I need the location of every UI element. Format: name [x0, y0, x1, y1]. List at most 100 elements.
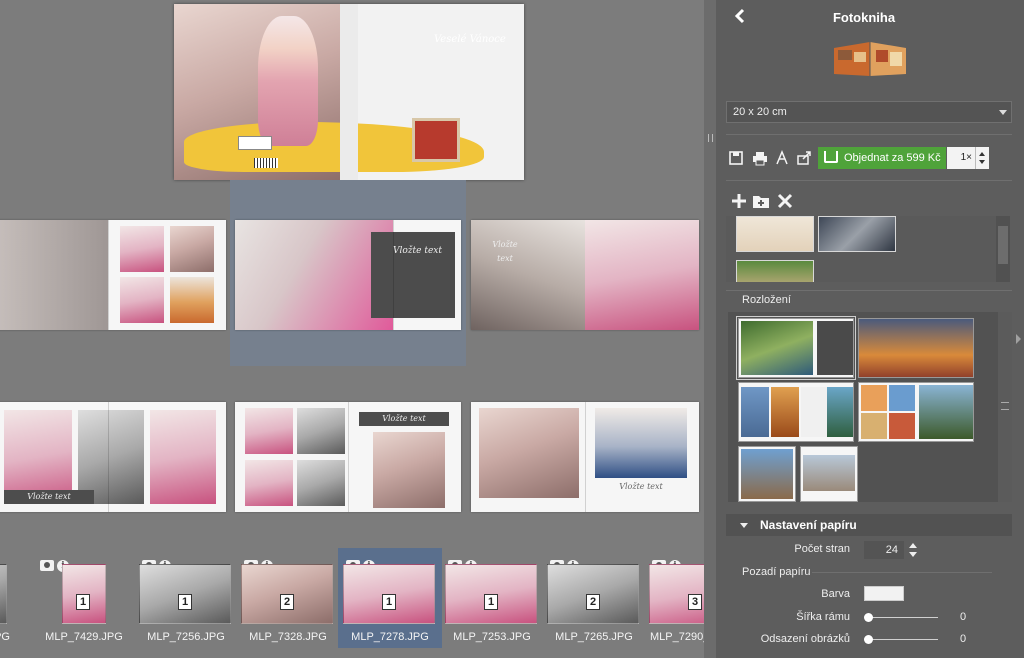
usage-count-badge: 1	[382, 594, 396, 610]
add-folder-icon[interactable]	[752, 192, 770, 210]
layout-option[interactable]	[738, 446, 796, 502]
order-button[interactable]: Objednat za 599 Kč	[818, 147, 946, 169]
paper-settings-section-toggle[interactable]: Nastavení papíru	[726, 514, 1012, 536]
cover-spine	[340, 4, 358, 180]
chevron-right-icon[interactable]	[1014, 320, 1024, 360]
filmstrip-filename: MLP_7429.JPG	[45, 631, 123, 643]
cover-barcode	[254, 158, 278, 168]
photo-filmstrip: JPG i 1 MLP_7429.JPG i 1 MLP_7256.JPG i …	[0, 548, 716, 658]
print-icon[interactable]	[752, 150, 768, 166]
camera-icon[interactable]	[40, 560, 54, 571]
layout-option[interactable]	[858, 382, 974, 442]
page-fold	[108, 220, 109, 330]
divider	[812, 572, 992, 573]
quantity-stepper[interactable]	[975, 147, 989, 169]
image-offset-slider-knob[interactable]	[864, 635, 873, 644]
image-offset-label: Odsazení obrázků	[760, 633, 850, 645]
spread-photo	[170, 226, 214, 272]
add-icon[interactable]	[730, 192, 748, 210]
filmstrip-item[interactable]: i 1 MLP_7429.JPG	[32, 548, 136, 648]
image-offset-slider[interactable]	[866, 639, 938, 640]
text-placeholder[interactable]: Vložte text	[359, 412, 449, 426]
panel-title: Fotokniha	[832, 10, 896, 25]
frame-width-slider[interactable]	[866, 617, 938, 618]
page-fold	[108, 402, 109, 512]
spread-photo	[297, 408, 345, 454]
cover-photo-child	[258, 16, 318, 146]
panel-splitter[interactable]	[704, 0, 716, 658]
book-workspace: Veselé Vánoce Vložte text Vložte text Vl…	[0, 0, 716, 658]
pages-count-stepper[interactable]	[908, 541, 918, 559]
thumbnail-image	[0, 564, 7, 624]
usage-count-badge: 1	[76, 594, 90, 610]
filmstrip-item-selected[interactable]: i 1 MLP_7278.JPG	[338, 548, 442, 648]
spread-photo	[245, 408, 293, 454]
background-thumbnail[interactable]	[736, 260, 814, 282]
photobook-product-icon	[830, 40, 910, 80]
layout-option-selected[interactable]	[736, 316, 856, 380]
filmstrip-filename: MLP_7328.JPG	[249, 631, 327, 643]
text-placeholder[interactable]: Vložte text	[485, 238, 525, 266]
filmstrip-item[interactable]: i 1 MLP_7256.JPG	[134, 548, 238, 648]
pages-count-input[interactable]: 24	[864, 541, 904, 559]
background-thumbnail[interactable]	[818, 216, 896, 252]
layout-option[interactable]	[800, 446, 858, 502]
filmstrip-item[interactable]: i 1 MLP_7253.JPG	[440, 548, 544, 648]
spread-photo	[479, 408, 579, 498]
share-icon[interactable]	[796, 150, 812, 166]
spread-photo	[585, 220, 699, 330]
spread-2-selected[interactable]: Vložte text	[235, 220, 461, 330]
pdf-export-icon[interactable]	[774, 150, 790, 166]
paper-background-label: Pozadí papíru	[742, 566, 811, 578]
filmstrip-item[interactable]: i 2 MLP_7265.JPG	[542, 548, 646, 648]
layout-option[interactable]	[738, 382, 854, 442]
filmstrip-filename: JPG	[0, 631, 10, 643]
text-placeholder: Vložte text	[393, 246, 442, 256]
cart-icon	[824, 151, 838, 163]
text-placeholder-box[interactable]: Vložte text	[371, 232, 455, 318]
page-fold	[585, 402, 586, 512]
filmstrip-item[interactable]: JPG	[0, 548, 14, 648]
page-fold	[393, 220, 394, 330]
filmstrip-filename: MLP_7265.JPG	[555, 631, 633, 643]
spread-photo	[0, 220, 108, 330]
page-fold	[348, 402, 349, 512]
divider	[726, 290, 1012, 291]
save-icon[interactable]	[728, 150, 744, 166]
cover-logo	[238, 136, 272, 150]
book-size-value: 20 x 20 cm	[733, 106, 787, 118]
usage-count-badge: 1	[484, 594, 498, 610]
spread-3[interactable]: Vložte text	[471, 220, 699, 330]
spread-photo	[297, 460, 345, 506]
book-cover-spread[interactable]: Veselé Vánoce	[174, 4, 524, 180]
book-size-select[interactable]: 20 x 20 cm	[726, 101, 1012, 123]
usage-count-badge: 2	[586, 594, 600, 610]
close-icon[interactable]	[776, 192, 794, 210]
text-placeholder[interactable]: Vložte text	[611, 480, 671, 494]
background-thumbnail[interactable]	[736, 216, 814, 252]
spread-photo	[120, 226, 164, 272]
usage-count-badge: 2	[280, 594, 294, 610]
spread-4[interactable]: Vložte text	[0, 402, 226, 512]
spread-5[interactable]: Vložte text	[235, 402, 461, 512]
color-label: Barva	[821, 588, 850, 600]
chevron-down-icon	[740, 523, 748, 528]
cover-title[interactable]: Veselé Vánoce	[434, 34, 506, 45]
spread-photo	[120, 277, 164, 323]
spread-6[interactable]: Vložte text	[471, 402, 699, 512]
background-gallery-scrollbar[interactable]	[996, 216, 1010, 282]
filmstrip-filename: MLP_7278.JPG	[351, 631, 429, 643]
filmstrip-item[interactable]: i 2 MLP_7328.JPG	[236, 548, 340, 648]
spread-photo	[170, 277, 214, 323]
usage-count-badge: 3	[688, 594, 702, 610]
paper-color-swatch[interactable]	[864, 586, 904, 601]
spread-1[interactable]	[0, 220, 226, 330]
layout-gallery-scrollbar[interactable]	[998, 312, 1012, 502]
frame-width-label: Šířka rámu	[796, 611, 850, 623]
frame-width-slider-knob[interactable]	[864, 613, 873, 622]
spread-photo	[471, 220, 585, 330]
frame-width-value: 0	[960, 611, 967, 623]
quantity-input[interactable]: 1×	[947, 147, 975, 169]
layout-option[interactable]	[858, 318, 974, 378]
text-placeholder[interactable]: Vložte text	[4, 490, 94, 504]
